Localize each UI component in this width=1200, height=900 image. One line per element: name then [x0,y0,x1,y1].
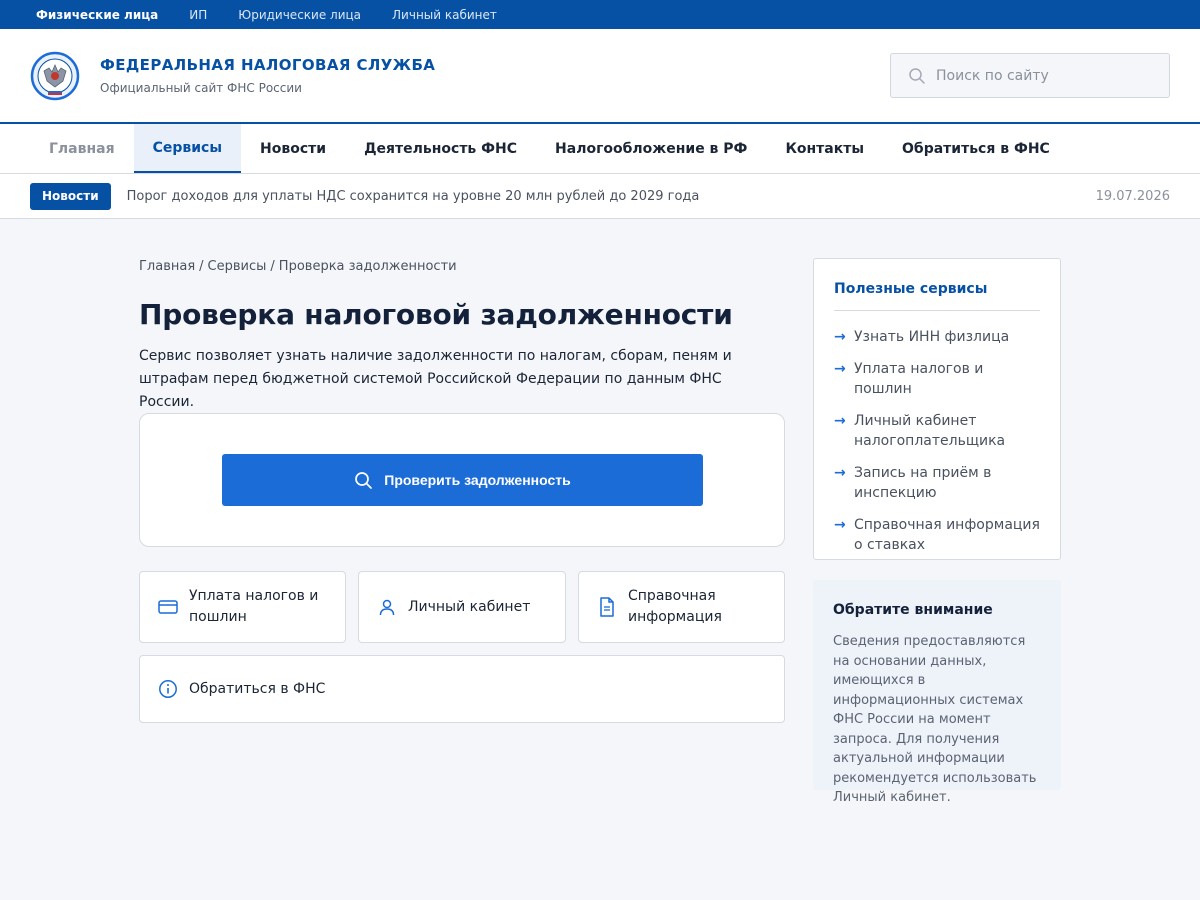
useful-service-label: Уплата налогов и пошлин [854,361,984,397]
useful-services-card: Полезные сервисы → Узнать ИНН физлица → Уп… [813,258,1061,560]
site-search[interactable] [890,53,1170,98]
page-title: Проверка налоговой задолженности [139,298,733,331]
useful-service-link[interactable]: → Справочная информация о ставках [834,515,1040,555]
tile-reference-info[interactable]: Справочная информация [578,571,785,643]
user-icon [375,595,399,619]
useful-services-title: Полезные сервисы [834,281,1040,311]
nav-home[interactable]: Главная [30,124,134,173]
useful-service-link[interactable]: → Личный кабинет налогоплательщика [834,411,1040,451]
info-icon [156,677,180,701]
useful-service-link[interactable]: → Узнать ИНН физлица [834,327,1040,347]
breadcrumb-separator: / [199,259,204,274]
brand-block: ФЕДЕРАЛЬНАЯ НАЛОГОВАЯ СЛУЖБА Официальный… [100,56,435,95]
fns-emblem-icon[interactable] [30,51,80,101]
breadcrumb-home[interactable]: Главная [139,259,195,274]
notice-card: Обратите внимание Сведения предоставляют… [813,580,1061,805]
useful-service-label: Узнать ИНН физлица [854,329,1010,345]
nav-services[interactable]: Сервисы [133,124,242,173]
tile-label: Справочная информация [628,588,722,625]
breadcrumb: Главная / Сервисы / Проверка задолженности [139,259,457,274]
site-header: ФЕДЕРАЛЬНАЯ НАЛОГОВАЯ СЛУЖБА Официальный… [0,29,1200,122]
news-ticker: Новости Порог доходов для уплаты НДС сох… [0,174,1200,219]
audience-ip-link[interactable]: ИП [189,8,207,22]
audience-cabinet-link[interactable]: Личный кабинет [392,8,497,22]
arrow-right-icon: → [834,465,846,481]
useful-service-link[interactable]: → Запись на приём в инспекцию [834,463,1040,503]
arrow-right-icon: → [834,329,846,345]
arrow-right-icon: → [834,361,846,377]
page-description: Сервис позволяет узнать наличие задолжен… [139,348,732,410]
news-date: 19.07.2026 [1095,188,1170,204]
tile-label: Уплата налогов и пошлин [189,588,319,625]
search-icon [909,67,925,84]
check-debt-label: Проверить задолженность [384,472,571,488]
breadcrumb-current: Проверка задолженности [278,259,457,274]
audience-bar: Физические лица ИП Юридические лица Личн… [0,0,1200,29]
breadcrumb-services[interactable]: Сервисы [208,259,267,274]
audience-individuals-link[interactable]: Физические лица [36,8,158,22]
arrow-right-icon: → [834,413,846,429]
arrow-right-icon: → [834,517,846,533]
main-nav: Главная Сервисы Новости Деятельность ФНС… [0,122,1200,174]
useful-service-label: Личный кабинет налогоплательщика [854,413,1006,449]
nav-contacts[interactable]: Контакты [766,124,883,173]
nav-activity[interactable]: Деятельность ФНС [345,124,536,173]
tile-personal-cabinet[interactable]: Личный кабинет [358,571,566,643]
nav-taxation[interactable]: Налогообложение в РФ [536,124,766,173]
useful-service-link[interactable]: → Уплата налогов и пошлин [834,359,1040,399]
audience-legal-link[interactable]: Юридические лица [238,8,361,22]
tile-label: Обратиться в ФНС [189,680,326,697]
card-icon [156,595,180,619]
tile-contact-fns[interactable]: Обратиться в ФНС [139,655,785,723]
notice-title: Обратите внимание [833,602,993,618]
news-headline-link[interactable]: Порог доходов для уплаты НДС сохранится … [127,189,700,204]
useful-services-list: → Узнать ИНН физлица → Уплата налогов и по… [834,327,1040,555]
check-card: Проверить задолженность [139,413,785,547]
site-subtitle: Официальный сайт ФНС России [100,81,302,95]
document-icon [595,595,619,619]
useful-service-label: Справочная информация о ставках [854,517,1040,553]
site-title[interactable]: ФЕДЕРАЛЬНАЯ НАЛОГОВАЯ СЛУЖБА [100,56,435,74]
nav-appeal[interactable]: Обратиться в ФНС [883,124,1069,173]
search-icon [355,471,373,489]
tile-label: Личный кабинет [408,598,531,615]
breadcrumb-separator: / [270,259,275,274]
news-badge[interactable]: Новости [30,182,111,210]
search-input[interactable] [936,67,1146,84]
useful-service-label: Запись на приём в инспекцию [854,465,992,501]
notice-text: Сведения предоставляются на основании да… [833,634,1037,805]
check-debt-button[interactable]: Проверить задолженность [222,454,703,506]
tile-tax-payment[interactable]: Уплата налогов и пошлин [139,571,346,643]
nav-news[interactable]: Новости [241,124,345,173]
